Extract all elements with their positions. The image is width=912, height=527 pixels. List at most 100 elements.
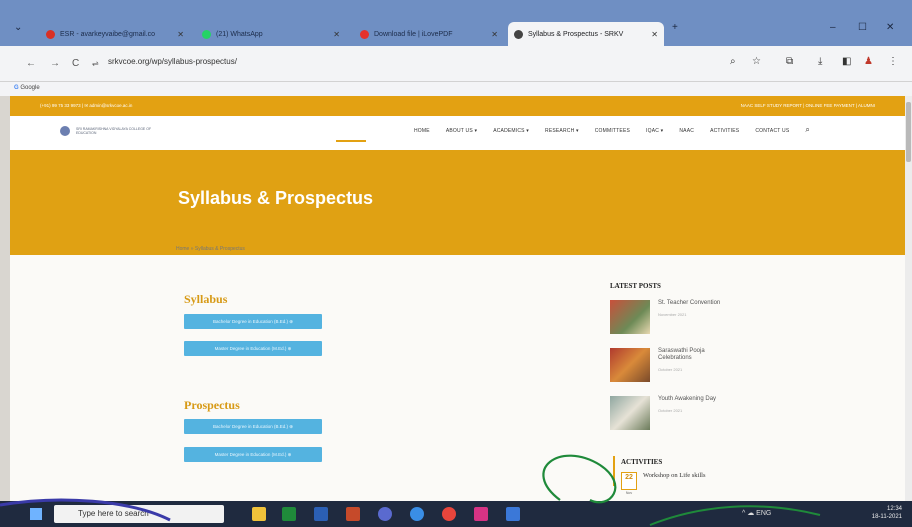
- close-icon[interactable]: ✕: [171, 30, 184, 39]
- app-icon[interactable]: [474, 507, 488, 521]
- page-hero: Syllabus & Prospectus: [10, 150, 905, 255]
- reload-icon[interactable]: C: [72, 58, 79, 69]
- nav-contact[interactable]: CONTACT US: [755, 128, 789, 135]
- menu-dots-icon[interactable]: ⋮: [888, 56, 898, 67]
- post-thumbnail[interactable]: [610, 300, 650, 334]
- url-field[interactable]: srkvcoe.org/wp/syllabus-prospectus/: [108, 57, 237, 66]
- close-icon[interactable]: ✕: [327, 30, 340, 39]
- post-item[interactable]: Youth Awakening Day October 2021: [610, 396, 730, 430]
- main-nav: HOME ABOUT US ▾ ACADEMICS ▾ RESEARCH ▾ C…: [414, 125, 810, 135]
- prospectus-med-button[interactable]: Master Degree in Education (M.Ed.) ⊕: [184, 447, 322, 462]
- minimize-button[interactable]: –: [830, 22, 836, 33]
- teams-icon[interactable]: [378, 507, 392, 521]
- search-icon[interactable]: ⌕: [805, 125, 810, 135]
- whatsapp-icon: [202, 29, 211, 39]
- latest-posts-heading: LATEST POSTS: [610, 282, 661, 290]
- download-icon[interactable]: ⤓: [818, 56, 822, 67]
- site-header: SRI RAMAKRISHNA VIDYALAYA COLLEGE OF EDU…: [10, 116, 905, 150]
- close-icon[interactable]: ✕: [645, 30, 658, 39]
- syllabus-heading: Syllabus: [184, 292, 228, 306]
- windows-taskbar: Type here to search ^ ☁ ENG 12:34 18-11-…: [0, 501, 912, 527]
- contact-info[interactable]: (+91) 99 75 33 9973 | ✉ admin@srkvcoe.ac…: [40, 103, 132, 109]
- nav-academics[interactable]: ACADEMICS ▾: [493, 128, 529, 135]
- bookmarks-bar: G Google: [0, 82, 912, 96]
- site-logo[interactable]: SRI RAMAKRISHNA VIDYALAYA COLLEGE OF EDU…: [60, 126, 166, 136]
- sidepanel-icon[interactable]: ◧: [842, 56, 851, 67]
- ilovepdf-icon: [360, 29, 369, 39]
- tab-syllabus[interactable]: Syllabus & Prospectus - SRKV ✕: [508, 22, 664, 46]
- post-item[interactable]: St. Teacher Convention November 2021: [610, 300, 730, 334]
- gmail-icon: [46, 29, 55, 39]
- windows-start-icon[interactable]: [30, 508, 42, 520]
- post-info: St. Teacher Convention November 2021: [658, 300, 730, 334]
- nav-naac[interactable]: NAAC: [679, 128, 694, 135]
- powerpoint-icon[interactable]: [346, 507, 360, 521]
- site-icon: [514, 29, 523, 39]
- tray-icons[interactable]: ^ ☁ ENG: [742, 509, 771, 517]
- back-icon[interactable]: ←: [26, 58, 36, 69]
- tab-label: (21) WhatsApp: [216, 30, 263, 38]
- tab-whatsapp[interactable]: (21) WhatsApp ✕: [196, 24, 346, 44]
- top-links[interactable]: NAAC SELF STUDY REPORT | ONLINE FEE PAYM…: [741, 103, 875, 108]
- activity-day: 22: [625, 474, 633, 481]
- post-title[interactable]: Youth Awakening Day: [658, 396, 730, 403]
- prospectus-bed-button[interactable]: Bachelor Degree in Education (B.Ed.) ⊕: [184, 419, 322, 434]
- post-title[interactable]: St. Teacher Convention: [658, 300, 730, 307]
- activity-month: Nov: [625, 491, 633, 495]
- post-date: October 2021: [658, 408, 683, 413]
- post-info: Saraswathi Pooja Celebrations October 20…: [658, 348, 730, 382]
- excel-icon[interactable]: [282, 507, 296, 521]
- post-thumbnail[interactable]: [610, 348, 650, 382]
- breadcrumb[interactable]: Home » Syllabus & Prospectus: [176, 246, 245, 252]
- activities-accent-bar: [613, 456, 615, 486]
- file-explorer-icon[interactable]: [252, 507, 266, 521]
- edge-icon[interactable]: [410, 507, 424, 521]
- tab-ilovepdf[interactable]: Download file | iLovePDF ✕: [354, 24, 504, 44]
- nav-research[interactable]: RESEARCH ▾: [545, 128, 579, 135]
- profile-icon[interactable]: ♟: [864, 56, 873, 67]
- tab-bar: ⌄ ESR - avarkeyvaibe@gmail.co ✕ (21) Wha…: [0, 0, 912, 50]
- sidebar: LATEST POSTS St. Teacher Convention Nove…: [610, 282, 810, 430]
- page-scrollbar[interactable]: [905, 96, 912, 501]
- tab-label: Download file | iLovePDF: [374, 30, 453, 38]
- close-icon[interactable]: ✕: [485, 30, 498, 39]
- new-tab-button[interactable]: +: [672, 22, 678, 33]
- zoom-icon[interactable]: ⌕: [730, 56, 736, 67]
- post-title[interactable]: Saraswathi Pooja Celebrations: [658, 348, 730, 362]
- post-info: Youth Awakening Day October 2021: [658, 396, 730, 430]
- forward-icon[interactable]: →: [50, 58, 60, 69]
- page-title: Syllabus & Prospectus: [178, 188, 374, 208]
- close-window-button[interactable]: ✕: [886, 22, 894, 33]
- post-date: November 2021: [658, 312, 687, 317]
- post-date: October 2021: [658, 367, 683, 372]
- activity-title[interactable]: Workshop on Life skills: [643, 472, 713, 480]
- bookmark-star-icon[interactable]: ☆: [752, 56, 761, 67]
- web-page: (+91) 99 75 33 9973 | ✉ admin@srkvcoe.ac…: [10, 96, 905, 501]
- tab-label: Syllabus & Prospectus - SRKV: [528, 30, 624, 38]
- maximize-button[interactable]: ☐: [858, 22, 867, 33]
- syllabus-bed-button[interactable]: Bachelor Degree in Education (B.Ed.) ⊕: [184, 314, 322, 329]
- tab-gmail[interactable]: ESR - avarkeyvaibe@gmail.co ✕: [40, 24, 190, 44]
- top-info-strip: (+91) 99 75 33 9973 | ✉ admin@srkvcoe.ac…: [10, 96, 905, 116]
- nav-committees[interactable]: COMMITTEES: [595, 128, 630, 135]
- tab-search-icon[interactable]: ⌄: [14, 22, 22, 33]
- chrome-icon[interactable]: [442, 507, 456, 521]
- nav-about[interactable]: ABOUT US ▾: [446, 128, 477, 135]
- post-item[interactable]: Saraswathi Pooja Celebrations October 20…: [610, 348, 730, 382]
- address-bar-row: ← → C ⇌ srkvcoe.org/wp/syllabus-prospect…: [0, 46, 912, 82]
- scrollbar-thumb[interactable]: [906, 102, 911, 162]
- syllabus-med-button[interactable]: Master Degree in Education (M.Ed.) ⊕: [184, 341, 322, 356]
- post-thumbnail[interactable]: [610, 396, 650, 430]
- college-emblem-icon: [60, 126, 70, 136]
- extensions-icon[interactable]: ⧉: [786, 56, 793, 67]
- settings-app-icon[interactable]: [506, 507, 520, 521]
- clock-time: 12:34: [886, 506, 902, 512]
- word-icon[interactable]: [314, 507, 328, 521]
- nav-home[interactable]: HOME: [414, 128, 430, 135]
- clock[interactable]: 12:34 18-11-2021: [872, 505, 902, 521]
- bookmark-google[interactable]: Google: [20, 85, 39, 91]
- nav-iqac[interactable]: IQAC ▾: [646, 128, 663, 135]
- taskbar-search-input[interactable]: Type here to search: [54, 505, 224, 523]
- nav-activities[interactable]: ACTIVITIES: [710, 128, 739, 135]
- site-info-icon[interactable]: ⇌: [92, 59, 99, 68]
